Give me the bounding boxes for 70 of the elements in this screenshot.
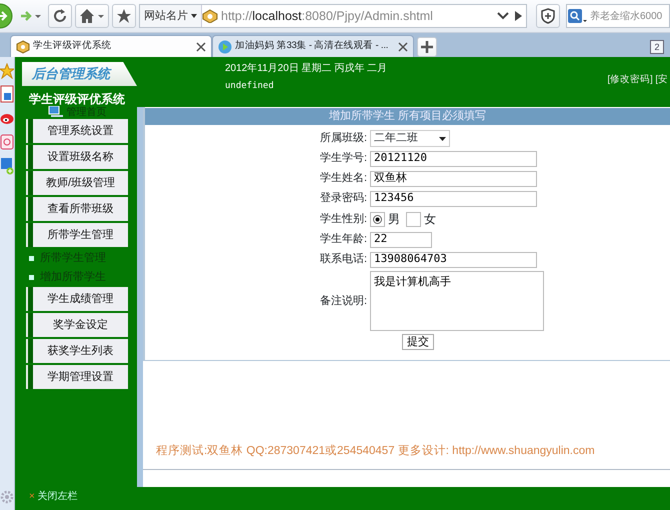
menu-button[interactable]: 教师/班级管理	[28, 171, 128, 195]
new-tab-button[interactable]	[417, 37, 437, 57]
input-field[interactable]: 22	[370, 232, 432, 248]
forward-icon	[20, 10, 42, 22]
menu-button[interactable]: 学生成绩管理	[28, 287, 128, 311]
radio-label: 男	[388, 211, 400, 228]
input-field[interactable]: 双鱼林	[370, 170, 537, 186]
form-title: 增加所带学生 所有项目必须填写	[145, 108, 670, 125]
field-label: 联系电话:	[318, 252, 367, 268]
radio-button[interactable]	[406, 212, 421, 226]
url-text[interactable]: http://localhost:8080/Pjpy/Admin.shtml	[221, 6, 496, 26]
computer-icon	[48, 106, 64, 118]
home-icon	[79, 8, 105, 24]
input-field[interactable]: 20121120	[370, 150, 537, 166]
play-icon	[218, 40, 232, 54]
search-icon[interactable]	[567, 8, 587, 24]
logo-text: 后台管理系统	[22, 62, 137, 86]
plus-icon	[421, 41, 433, 53]
date-text: 2012年11月20日 星期二 丙戌年 二月	[225, 62, 388, 76]
field-label: 学生性别:	[318, 212, 367, 227]
monitor-add-icon[interactable]	[0, 157, 14, 175]
input-field[interactable]: 13908064703	[370, 252, 537, 268]
menu-button[interactable]: 所带学生管理	[28, 223, 128, 247]
site-card-button[interactable]: 网站名片	[140, 5, 202, 27]
star-icon[interactable]	[0, 63, 14, 79]
class-select[interactable]: 二年二班	[370, 130, 450, 147]
shield-icon	[540, 8, 556, 24]
site-icon	[202, 9, 218, 23]
menu-button[interactable]: 获奖学生列表	[28, 339, 128, 363]
dropdown-icon[interactable]	[496, 11, 510, 21]
menu-button[interactable]: 设置班级名称	[28, 145, 128, 169]
menu-button[interactable]: 奖学金设定	[28, 313, 128, 337]
calendar-icon[interactable]	[0, 85, 14, 103]
tab-count[interactable]: 2	[650, 40, 664, 54]
refresh-icon	[52, 8, 68, 24]
star-icon	[116, 8, 132, 24]
caret-icon	[191, 14, 197, 18]
back-icon[interactable]	[0, 3, 14, 29]
remarks-field[interactable]: 我是计算机高手	[370, 271, 544, 331]
radio-label: 女	[424, 211, 436, 228]
field-label: 学生姓名:	[318, 171, 367, 186]
shield-button[interactable]	[536, 4, 560, 28]
menu-button[interactable]: 查看所带班级	[28, 197, 128, 221]
refresh-button[interactable]	[48, 4, 72, 28]
radio-dot-icon	[373, 214, 382, 224]
field-label: 学生年龄:	[318, 232, 367, 248]
site-icon	[16, 40, 30, 54]
account-links[interactable]: [修改密码] [安	[607, 57, 670, 107]
browser-tab[interactable]: 学生评级评优系统	[10, 35, 212, 57]
submit-button[interactable]: 提交	[402, 334, 434, 350]
bookmark-button[interactable]	[112, 4, 136, 28]
caret-icon	[439, 136, 446, 140]
menu-button[interactable]: 学期管理设置	[28, 365, 128, 389]
field-label: 登录密码:	[318, 190, 367, 206]
menu-button[interactable]: 管理系统设置	[28, 119, 128, 143]
close-icon[interactable]	[196, 42, 206, 52]
mail-icon[interactable]	[0, 133, 14, 151]
user-text: undefined	[225, 80, 275, 93]
home-button[interactable]	[75, 4, 109, 28]
close-icon[interactable]	[398, 42, 408, 52]
field-label: 备注说明:	[318, 294, 367, 309]
input-field[interactable]: 123456	[370, 190, 537, 206]
field-label: 所属班级:	[318, 131, 367, 146]
search-field[interactable]: 养老金缩水6000	[566, 4, 670, 28]
field-label: 学生学号:	[318, 151, 367, 166]
sidebar-title: 学生评级评优系统	[28, 93, 126, 105]
close-sidebar-link[interactable]: × 关闭左栏	[29, 489, 137, 504]
browser-tab[interactable]: 加油妈妈 第33集 - 高清在线观看 - ...	[212, 35, 414, 57]
radio-button[interactable]	[370, 212, 385, 226]
footer-text: 程序测试:双鱼林 QQ:287307421或254540457 更多设计: http://www.shuangyulin.com	[156, 443, 596, 459]
